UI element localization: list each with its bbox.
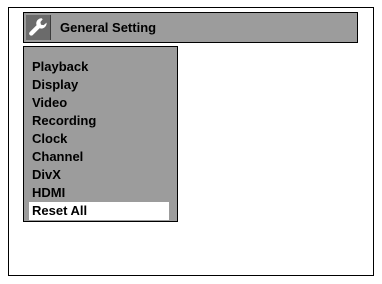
settings-menu: Playback Display Video Recording Clock C… [23,46,178,222]
menu-item-display[interactable]: Display [29,76,169,94]
wrench-icon [26,15,51,40]
menu-item-playback[interactable]: Playback [29,58,169,76]
osd-screen: General Setting Playback Display Video R… [8,7,374,276]
page-title: General Setting [60,20,157,35]
menu-item-channel[interactable]: Channel [29,148,169,166]
menu-header: General Setting [23,12,358,43]
menu-item-recording[interactable]: Recording [29,112,169,130]
menu-item-video[interactable]: Video [29,94,169,112]
menu-item-clock[interactable]: Clock [29,130,169,148]
menu-item-divx[interactable]: DivX [29,166,169,184]
menu-item-hdmi[interactable]: HDMI [29,184,169,202]
menu-list: Playback Display Video Recording Clock C… [29,58,169,220]
menu-item-reset-all[interactable]: Reset All [29,202,169,220]
